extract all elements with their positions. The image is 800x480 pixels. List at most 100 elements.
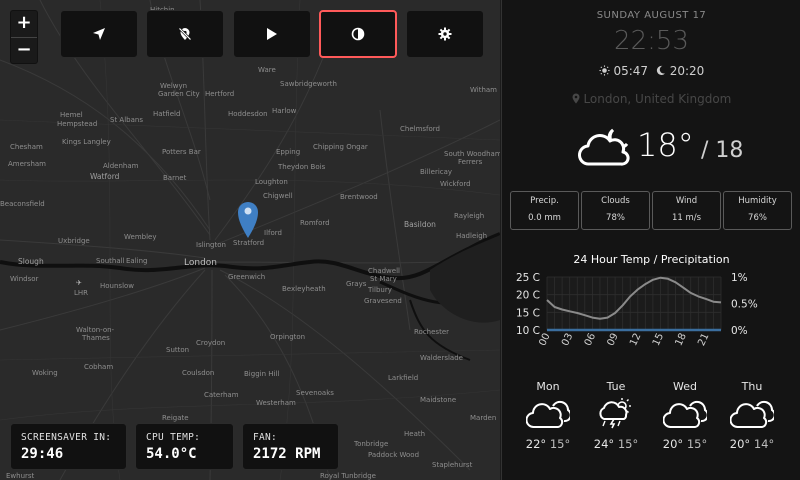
day-high: 20° <box>729 437 751 451</box>
stat-wind: Wind 11 m/s <box>652 191 721 230</box>
cpu-temp-value: 54.0°C <box>146 446 197 462</box>
location-pin-icon <box>572 93 580 104</box>
map-label: Wickford <box>440 180 471 188</box>
map-label: Uxbridge <box>58 237 90 245</box>
map-label: Bexleyheath <box>282 285 326 293</box>
map-label: Greenwich <box>228 273 266 281</box>
map-label: Sevenoaks <box>296 389 334 397</box>
map-label: Gravesend <box>364 297 402 305</box>
current-temp: 18° <box>637 126 694 164</box>
location-off-button[interactable] <box>146 10 224 58</box>
sunrise-time: 05:47 <box>613 64 649 78</box>
map-label: Epping <box>276 148 301 156</box>
map-label: Barnet <box>163 174 187 182</box>
map-label: Hounslow <box>100 282 135 290</box>
map-label: Theydon Bois <box>278 163 326 171</box>
map-label: Biggin Hill <box>244 370 280 378</box>
navigation-button[interactable] <box>60 10 138 58</box>
fan-box: FAN: 2172 RPM <box>242 423 339 470</box>
date: SUNDAY AUGUST 17 <box>596 10 707 21</box>
stat-value: 0.0 mm <box>528 213 561 223</box>
chart-y-tick-label: 15 C <box>516 307 540 319</box>
map-label: Slough <box>18 257 44 266</box>
day-name: Mon <box>536 380 560 393</box>
map-label: Orpington <box>270 333 306 341</box>
map-label: Welwyn <box>160 82 188 90</box>
stat-label: Clouds <box>601 196 630 206</box>
map-label: Larkfield <box>388 374 419 382</box>
map-label: Loughton <box>255 178 288 186</box>
map-label: Coulsdon <box>182 369 215 377</box>
map-label: Wembley <box>124 233 157 241</box>
map-label: Croydon <box>196 339 226 347</box>
map-label: Ewhurst <box>6 472 35 480</box>
map[interactable]: HitchinWelwynGarden CityHertfordWareSawb… <box>0 0 500 480</box>
map-label: Hoddesdon <box>228 110 268 118</box>
sun-times: 05:47 20:20 <box>502 64 800 78</box>
map-label: St Albans <box>110 116 143 124</box>
stat-label: Precip. <box>530 196 559 206</box>
cloudy-icon <box>526 400 570 428</box>
map-label: Paddock Wood <box>368 451 420 459</box>
map-label: Walton-on- <box>76 326 115 334</box>
map-label: Westerham <box>256 399 296 407</box>
zoom-control: + − <box>10 10 38 64</box>
stat-value: 76% <box>748 213 767 223</box>
stat-value: 11 m/s <box>671 213 702 223</box>
day-high: 20° <box>662 437 684 451</box>
forecast-day: Thu 20° 14° <box>718 380 786 451</box>
map-label: Tonbridge <box>354 440 389 448</box>
stat-value: 78% <box>606 213 625 223</box>
map-label: Ware <box>258 66 276 74</box>
sunset-time: 20:20 <box>669 64 705 78</box>
chart-x-tick-label: 12 <box>628 332 643 348</box>
thunder-rain-icon <box>599 398 631 429</box>
play-button[interactable] <box>233 10 311 58</box>
map-label: Thames <box>82 334 110 342</box>
forecast-day: Tue 24° 15° <box>582 380 650 451</box>
map-label: Reigate <box>162 414 189 422</box>
map-label: Rochester <box>414 328 449 336</box>
chart-x-tick-label: 21 <box>696 332 711 348</box>
clock: 22:53 <box>614 26 689 56</box>
day-low: 15° <box>549 437 571 451</box>
sun-icon <box>599 65 610 76</box>
map-label: Tilbury <box>368 286 392 294</box>
chart-y-tick-label: 25 C <box>516 272 540 284</box>
zoom-in-button[interactable]: + <box>11 11 37 38</box>
map-label: Hempstead <box>57 120 98 128</box>
location: London, United Kingdom <box>502 92 800 106</box>
settings-button[interactable] <box>406 10 484 58</box>
chart-y2-tick-label: 1% <box>731 272 748 284</box>
temp-precip-chart: 25 C20 C15 C10 C1%0.5%0%00 03 06 09 12 15 18 21 <box>516 272 758 348</box>
current-low: / 18 <box>701 138 744 163</box>
map-label: Caterham <box>204 391 239 399</box>
fan-label: FAN: <box>253 432 278 443</box>
map-label: Harlow <box>272 107 297 115</box>
chart-y-tick-label: 20 C <box>516 290 540 302</box>
map-label: Billericay <box>420 168 453 176</box>
gear-icon <box>438 27 452 41</box>
cpu-temp-box: CPU TEMP: 54.0°C <box>135 423 234 470</box>
stat-humidity: Humidity 76% <box>723 191 792 230</box>
map-label: Amersham <box>8 160 46 168</box>
cloudy-icon <box>730 400 774 428</box>
map-label: Watford <box>90 172 120 181</box>
zoom-out-button[interactable]: − <box>11 38 37 64</box>
map-label: Witham <box>470 86 498 94</box>
map-label: Grays <box>346 280 367 288</box>
map-label: Romford <box>300 219 330 227</box>
map-label: Chipping Ongar <box>313 143 368 151</box>
navigation-arrow-icon <box>93 28 105 40</box>
map-label: Walderslade <box>420 354 463 362</box>
airport-icon: ✈ <box>76 279 82 287</box>
contrast-button[interactable] <box>319 10 397 58</box>
screensaver-value: 29:46 <box>21 446 64 462</box>
day-low: 14° <box>753 437 775 451</box>
map-label: Aldenham <box>103 162 139 170</box>
chart-x-tick-label: 09 <box>605 332 620 348</box>
map-label: Royal Tunbridge <box>320 472 376 480</box>
map-label: Potters Bar <box>162 148 201 156</box>
map-label: Sawbridgeworth <box>280 80 337 88</box>
chart-x-tick-label: 18 <box>674 332 689 348</box>
